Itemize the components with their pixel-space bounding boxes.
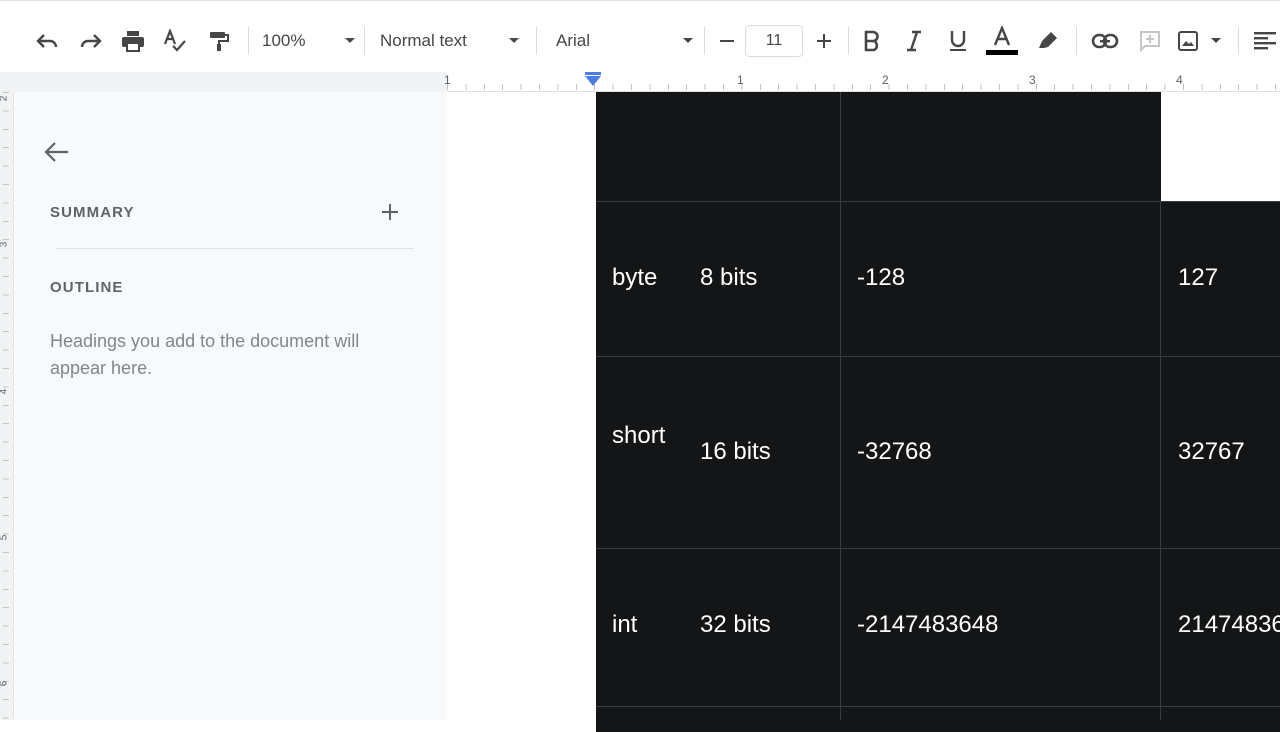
align-left-icon[interactable] <box>1250 25 1280 57</box>
table-cell-type[interactable]: short <box>612 420 670 452</box>
text-color-icon[interactable] <box>985 25 1019 57</box>
spellcheck-icon[interactable] <box>160 25 190 57</box>
summary-heading: SUMMARY <box>50 204 135 221</box>
redo-icon[interactable] <box>76 25 106 57</box>
insert-image-button[interactable] <box>1176 25 1222 57</box>
table-row-border <box>596 356 1280 357</box>
table-cell-type[interactable]: int <box>612 611 637 639</box>
paint-format-icon[interactable] <box>204 25 234 57</box>
font-size-value: 11 <box>765 32 783 49</box>
ruler-number: 1 <box>737 73 744 87</box>
plus-icon <box>382 204 398 220</box>
zoom-select[interactable]: 100% <box>262 25 356 57</box>
ruler-number: 4 <box>1176 73 1183 87</box>
font-size-input[interactable]: 11 <box>745 25 803 57</box>
ruler-ticks <box>447 84 1280 90</box>
decrease-font-size-button[interactable] <box>713 25 741 57</box>
left-indent-marker[interactable] <box>585 76 601 86</box>
vertical-ruler-number: 3 <box>0 242 9 248</box>
table-cell-size[interactable]: 32 bits <box>700 611 771 639</box>
toolbar-divider <box>1076 27 1077 55</box>
table-row-border <box>596 706 1280 707</box>
toolbar-divider <box>248 27 249 55</box>
toolbar-divider <box>848 27 849 55</box>
font-family-value: Arial <box>556 31 591 50</box>
vertical-ruler-ticks <box>3 92 9 720</box>
table-cell-min[interactable]: -2147483648 <box>857 611 998 639</box>
add-comment-icon[interactable] <box>1136 25 1164 57</box>
vertical-ruler-number: 6 <box>0 681 9 687</box>
bold-icon[interactable] <box>858 25 886 57</box>
vertical-ruler-number: 5 <box>0 535 9 541</box>
image-icon <box>1178 31 1198 51</box>
table-cell-max[interactable]: 32767 <box>1178 438 1245 466</box>
increase-font-size-button[interactable] <box>810 25 838 57</box>
undo-icon[interactable] <box>32 25 62 57</box>
chevron-down-icon <box>345 38 355 43</box>
underline-icon[interactable] <box>944 25 972 57</box>
table-cell-min[interactable]: -32768 <box>857 438 932 466</box>
toolbar: 100% Normal text Arial 11 <box>0 0 1280 72</box>
table-cell-size[interactable]: 8 bits <box>700 264 757 292</box>
table-cell-max-clip: 2147483647 <box>1176 600 1280 660</box>
font-family-select[interactable]: Arial <box>556 25 694 57</box>
toolbar-divider <box>536 27 537 55</box>
table-column-border <box>840 92 841 720</box>
plus-icon <box>817 34 831 48</box>
chevron-down-icon <box>1211 38 1221 43</box>
link-icon[interactable] <box>1090 25 1120 57</box>
paragraph-style-value: Normal text <box>380 31 467 50</box>
add-summary-button[interactable] <box>378 200 402 224</box>
zoom-value: 100% <box>262 31 306 50</box>
print-icon[interactable] <box>118 25 148 57</box>
ruler-number: 1 <box>444 73 451 87</box>
toolbar-divider <box>1238 27 1239 55</box>
empty-table-cell[interactable] <box>1161 92 1280 201</box>
table-row-border <box>596 201 1280 202</box>
document-outline-panel <box>15 92 447 720</box>
italic-icon[interactable] <box>900 25 928 57</box>
table-row-border <box>596 548 1280 549</box>
table-cell-size[interactable]: 16 bits <box>700 438 771 466</box>
toolbar-divider <box>704 27 705 55</box>
outline-empty-message: Headings you add to the document will ap… <box>50 331 360 378</box>
chevron-down-icon <box>509 38 519 43</box>
table-cell-min[interactable]: -128 <box>857 264 905 292</box>
first-line-indent-marker[interactable] <box>585 72 601 75</box>
vertical-ruler-number: 2 <box>0 96 9 102</box>
chevron-down-icon <box>683 38 693 43</box>
paragraph-style-select[interactable]: Normal text <box>380 25 520 57</box>
table-column-border <box>1160 201 1161 720</box>
sidebar-divider <box>56 248 414 249</box>
minus-icon <box>720 40 734 42</box>
ruler-number: 3 <box>1029 73 1036 87</box>
highlight-color-icon[interactable] <box>1034 25 1062 57</box>
ruler-number: 2 <box>882 73 889 87</box>
table-cell-type[interactable]: byte <box>612 264 657 292</box>
table-cell-max[interactable]: 2147483647 <box>1178 611 1280 639</box>
toolbar-divider <box>364 27 365 55</box>
outline-heading: OUTLINE <box>50 279 124 296</box>
table-cell-max[interactable]: 127 <box>1178 264 1218 292</box>
vertical-ruler-number: 4 <box>0 389 9 395</box>
back-arrow-icon[interactable] <box>42 138 70 166</box>
